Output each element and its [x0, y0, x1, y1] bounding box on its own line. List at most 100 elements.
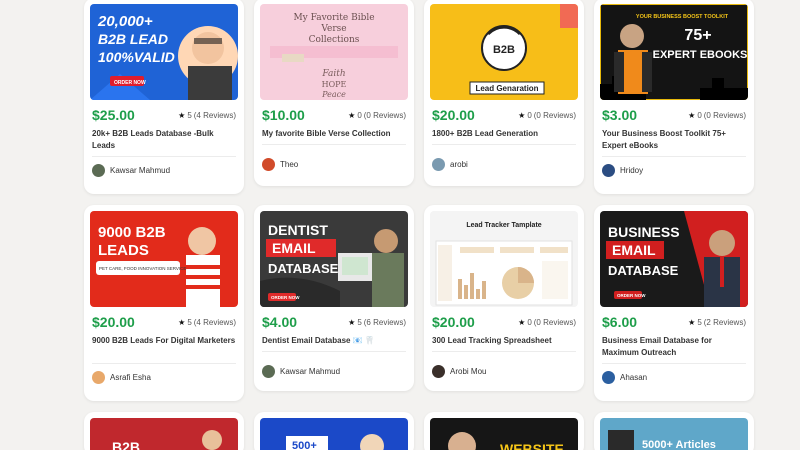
product-thumbnail[interactable]: Lead Tracker Tamplate	[430, 211, 578, 307]
thumb-text: Verse	[320, 24, 346, 34]
product-card[interactable]: YOUR BUSINESS BOOST TOOLKIT 75+ EXPERT E…	[594, 0, 754, 194]
thumb-text: B2B LEAD	[98, 31, 168, 47]
thumb-text: ORDER NOW	[271, 295, 300, 300]
thumb-text: Collections	[309, 35, 360, 45]
divider	[432, 144, 576, 145]
product-title[interactable]: 1800+ B2B Lead Generation	[432, 128, 576, 140]
product-price: $25.00	[92, 107, 135, 123]
product-title[interactable]: Business Email Database for Maximum Outr…	[602, 335, 746, 359]
thumb-text: DENTIST	[268, 222, 328, 238]
divider	[92, 363, 236, 364]
star-icon: ★	[178, 317, 186, 327]
star-icon: ★	[688, 317, 696, 327]
thumb-text: ORDER NOW	[617, 293, 646, 298]
thumb-text: 9000 B2B	[98, 224, 166, 241]
thumb-text: 100%VALID	[98, 49, 175, 65]
product-thumbnail[interactable]: YOUR BUSINESS BOOST TOOLKIT 75+ EXPERT E…	[600, 4, 748, 100]
avatar	[92, 371, 105, 384]
product-title[interactable]: 9000 B2B Leads For Digital Marketers	[92, 335, 236, 347]
product-price: $3.00	[602, 107, 638, 123]
rating-value: 5	[697, 317, 702, 327]
author-name: Theo	[280, 160, 299, 169]
product-price: $4.00	[262, 314, 298, 330]
review-count: (4 Reviews)	[193, 317, 236, 327]
thumb-text: WEBSITE	[500, 441, 564, 450]
author-name: Ahasan	[620, 373, 648, 382]
product-card[interactable]: 9000 B2B LEADS PET CARE, FOOD INNOVATION…	[84, 205, 244, 401]
product-card[interactable]: Lead Tracker Tamplate $20.00 ★ 0 (0 Review…	[424, 205, 584, 391]
product-rating: ★ 5 (4 Reviews)	[178, 111, 236, 120]
author-name: Kawsar Mahmud	[110, 166, 171, 175]
product-author[interactable]: Kawsar Mahmud	[262, 365, 340, 378]
product-author[interactable]: arobi	[432, 158, 468, 171]
product-title[interactable]: My favorite Bible Verse Collection	[262, 128, 406, 140]
product-thumbnail[interactable]: 5000+ Articles	[600, 418, 748, 450]
product-rating: ★ 5 (4 Reviews)	[178, 318, 236, 327]
avatar	[432, 365, 445, 378]
product-title[interactable]: 300 Lead Tracking Spreadsheet	[432, 335, 576, 347]
rating-value: 5	[187, 317, 192, 327]
star-icon: ★	[178, 110, 186, 120]
divider	[602, 156, 746, 157]
rating-value: 5	[187, 110, 192, 120]
thumb-text: 500+	[292, 440, 317, 450]
product-thumbnail[interactable]: BUSINESS EMAIL DATABASE ORDER NOW	[600, 211, 748, 307]
author-name: Arobi Mou	[450, 367, 487, 376]
product-thumbnail[interactable]: 9000 B2B LEADS PET CARE, FOOD INNOVATION…	[90, 211, 238, 307]
product-author[interactable]: Hridoy	[602, 164, 643, 177]
avatar	[602, 164, 615, 177]
product-thumbnail[interactable]: My Favorite Bible Verse Collections Fait…	[260, 4, 408, 100]
author-name: Hridoy	[620, 166, 644, 175]
product-title[interactable]: Dentist Email Database 📧 🦷	[262, 335, 406, 347]
rating-value: 0	[697, 110, 702, 120]
product-card[interactable]: BUSINESS EMAIL DATABASE ORDER NOW $6.00 …	[594, 205, 754, 401]
product-price: $10.00	[262, 107, 305, 123]
product-author[interactable]: Ahasan	[602, 371, 647, 384]
product-card[interactable]: 20,000+ B2B LEAD 100%VALID ORDER NOW $25…	[84, 0, 244, 194]
avatar	[92, 164, 105, 177]
product-price: $20.00	[92, 314, 135, 330]
thumb-text: Lead Genaration	[475, 84, 538, 93]
product-author[interactable]: Theo	[262, 158, 298, 171]
thumb-text: ORDER NOW	[114, 80, 146, 86]
star-icon: ★	[348, 110, 356, 120]
thumb-text: My Favorite Bible	[293, 13, 374, 23]
star-icon: ★	[348, 317, 356, 327]
product-card[interactable]: WEBSITE	[424, 412, 584, 450]
product-author[interactable]: Asrafi Esha	[92, 371, 151, 384]
divider	[602, 363, 746, 364]
product-author[interactable]: Kawsar Mahmud	[92, 164, 170, 177]
product-thumbnail[interactable]: B2B	[90, 418, 238, 450]
product-title[interactable]: Your Business Boost Toolkit 75+ Expert e…	[602, 128, 746, 152]
product-rating: ★ 5 (2 Reviews)	[688, 318, 746, 327]
review-count: (0 Reviews)	[703, 110, 746, 120]
review-count: (0 Reviews)	[533, 317, 576, 327]
thumb-text: DATABASE	[268, 261, 339, 276]
product-card[interactable]: 5000+ Articles	[594, 412, 754, 450]
product-title[interactable]: 20k+ B2B Leads Database -Bulk Leads	[92, 128, 236, 152]
rating-value: 0	[357, 110, 362, 120]
review-count: (6 Reviews)	[363, 317, 406, 327]
star-icon: ★	[518, 317, 526, 327]
product-thumbnail[interactable]: WEBSITE	[430, 418, 578, 450]
review-count: (4 Reviews)	[193, 110, 236, 120]
avatar	[602, 371, 615, 384]
thumb-text: DATABASE	[608, 263, 679, 278]
product-author[interactable]: Arobi Mou	[432, 365, 486, 378]
thumb-text: Peace	[321, 90, 346, 99]
product-card[interactable]: B2B Lead Genaration $20.00 ★ 0 (0 Reviews)…	[424, 0, 584, 186]
product-thumbnail[interactable]: 20,000+ B2B LEAD 100%VALID ORDER NOW	[90, 4, 238, 100]
product-thumbnail[interactable]: 500+	[260, 418, 408, 450]
author-name: Kawsar Mahmud	[280, 367, 341, 376]
product-card[interactable]: B2B	[84, 412, 244, 450]
product-thumbnail[interactable]: DENTIST EMAIL DATABASE ORDER NOW	[260, 211, 408, 307]
product-card[interactable]: DENTIST EMAIL DATABASE ORDER NOW $4.00 ★…	[254, 205, 414, 391]
thumb-text: EMAIL	[272, 240, 316, 256]
thumb-text: EMAIL	[612, 242, 656, 258]
product-rating: ★ 5 (6 Reviews)	[348, 318, 406, 327]
product-card[interactable]: My Favorite Bible Verse Collections Fait…	[254, 0, 414, 186]
rating-value: 5	[357, 317, 362, 327]
product-card[interactable]: 500+	[254, 412, 414, 450]
product-rating: ★ 0 (0 Reviews)	[348, 111, 406, 120]
product-thumbnail[interactable]: B2B Lead Genaration	[430, 4, 578, 100]
